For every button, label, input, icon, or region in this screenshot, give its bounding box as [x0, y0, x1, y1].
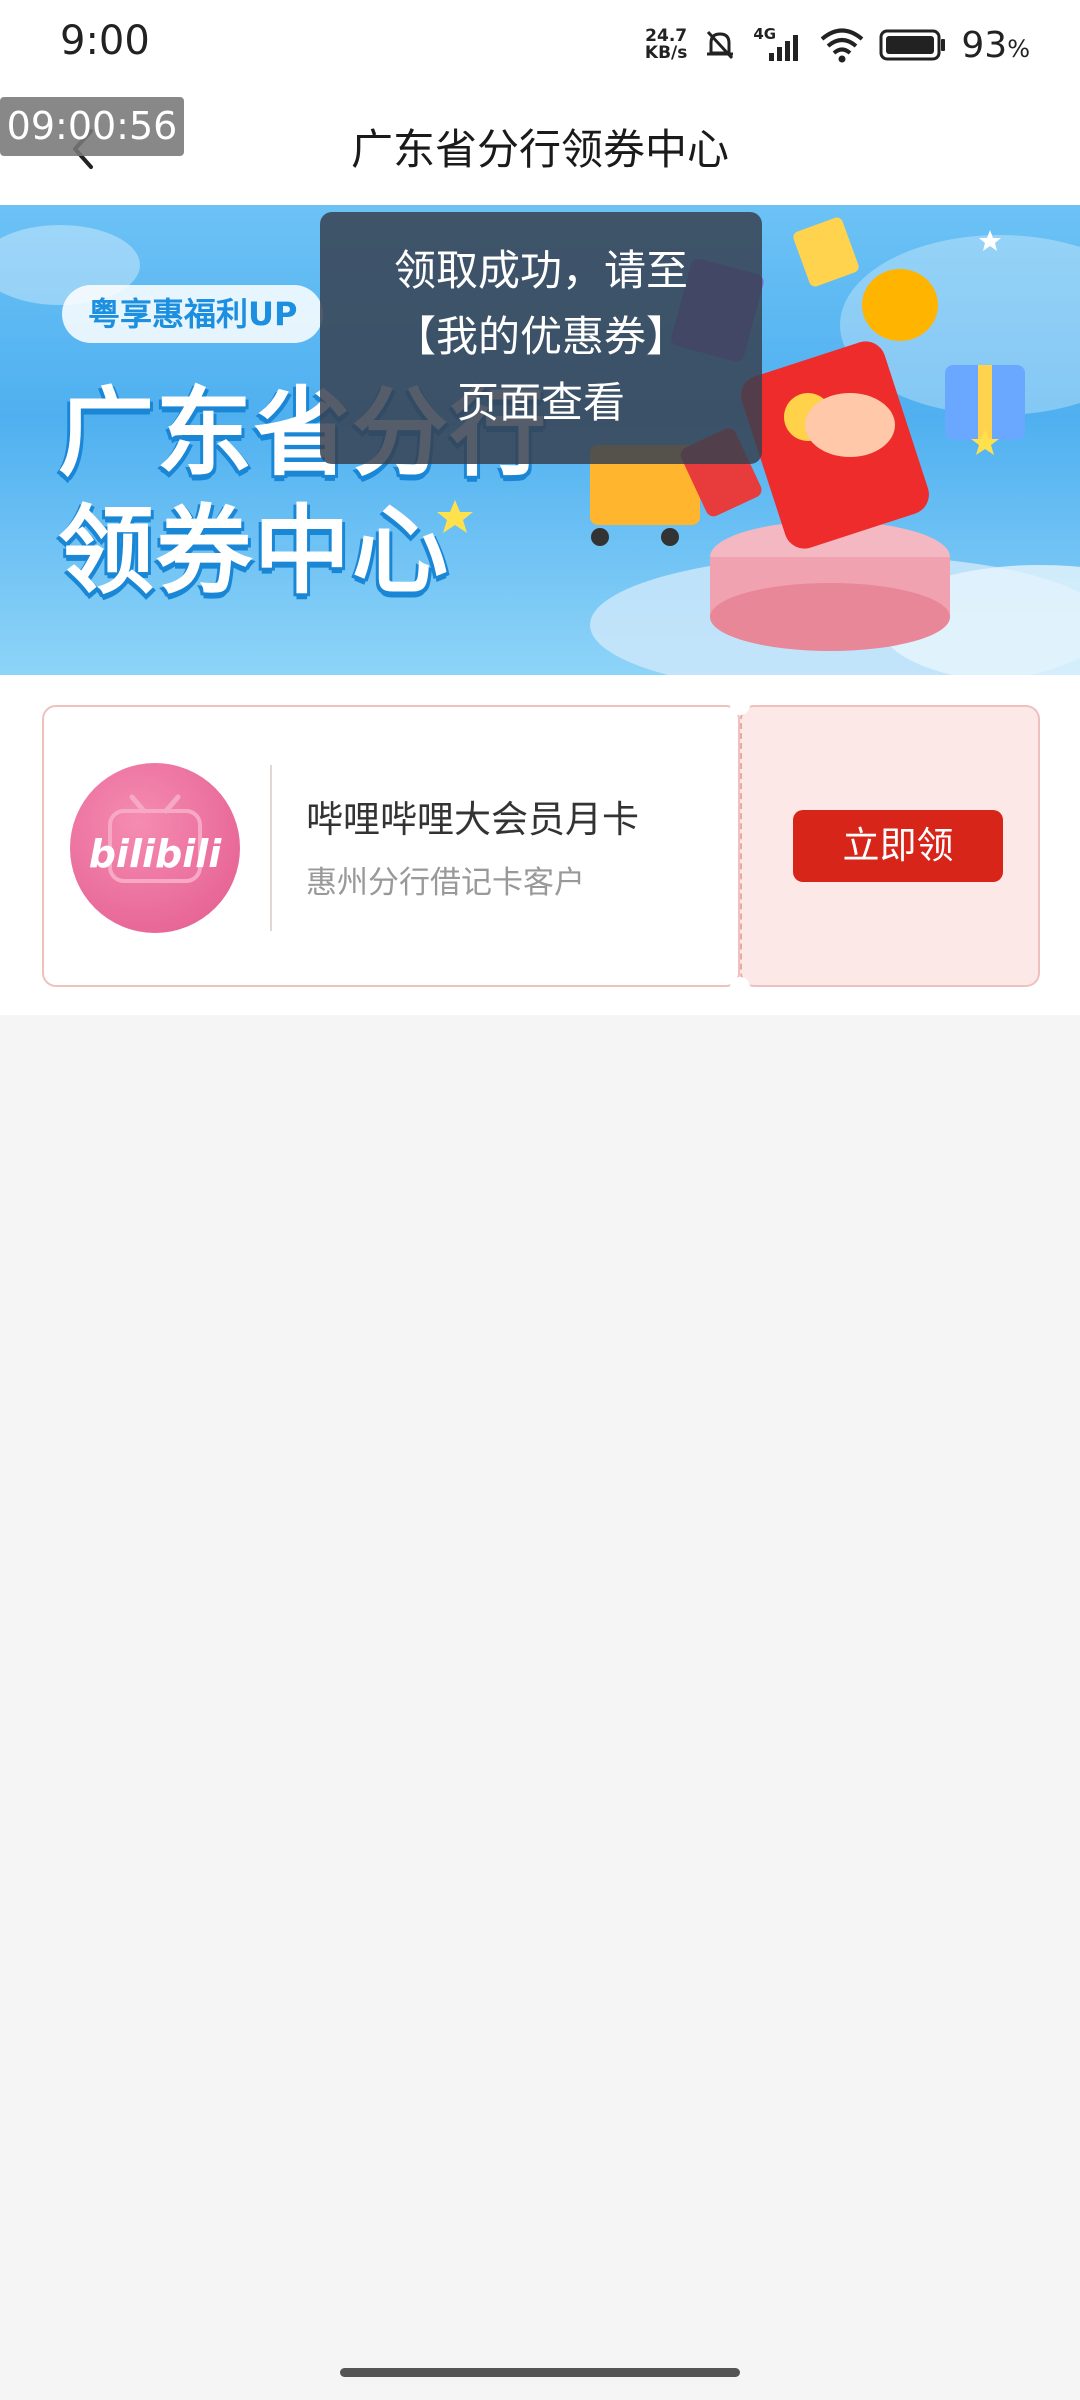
banner-tag: 粤享惠福利UP: [62, 285, 324, 343]
bilibili-logo: bilibili: [70, 763, 240, 933]
banner-title-line2: 领券中心: [58, 495, 450, 607]
coupon-subtitle: 惠州分行借记卡客户: [306, 865, 585, 901]
ticket-notch: [730, 977, 750, 997]
battery-percent: 93%: [961, 24, 1030, 66]
coupon-title: 哔哩哔哩大会员月卡: [306, 798, 639, 841]
toast-line: 【我的优惠券】: [393, 312, 688, 361]
status-icons: 24.7 KB/s 4G 93%: [645, 22, 1030, 68]
toast-line: 页面查看: [456, 378, 625, 427]
home-indicator[interactable]: [340, 2368, 740, 2377]
coupon-info: bilibili 哔哩哔哩大会员月卡 惠州分行借记卡客户: [42, 705, 740, 987]
net-speed: 24.7 KB/s: [644, 26, 688, 63]
success-toast: 领取成功，请至 【我的优惠券】 页面查看: [320, 212, 762, 464]
signal-icon: 4G: [753, 25, 805, 65]
ticket-notch: [730, 695, 750, 715]
svg-text:bilibili: bilibili: [89, 832, 223, 876]
status-bar: 9:00 24.7 KB/s 4G 93%: [0, 0, 1080, 90]
wifi-icon: [821, 28, 864, 63]
battery-icon: [879, 29, 946, 61]
claim-button[interactable]: 立即领: [793, 810, 1003, 882]
tv-icon: bilibili: [89, 794, 223, 883]
status-time: 9:00: [60, 18, 150, 64]
recording-timestamp: 09:00:56: [0, 97, 184, 156]
divider: [270, 765, 272, 931]
toast-line: 领取成功，请至: [393, 246, 688, 295]
mute-bell-icon: [707, 30, 734, 60]
